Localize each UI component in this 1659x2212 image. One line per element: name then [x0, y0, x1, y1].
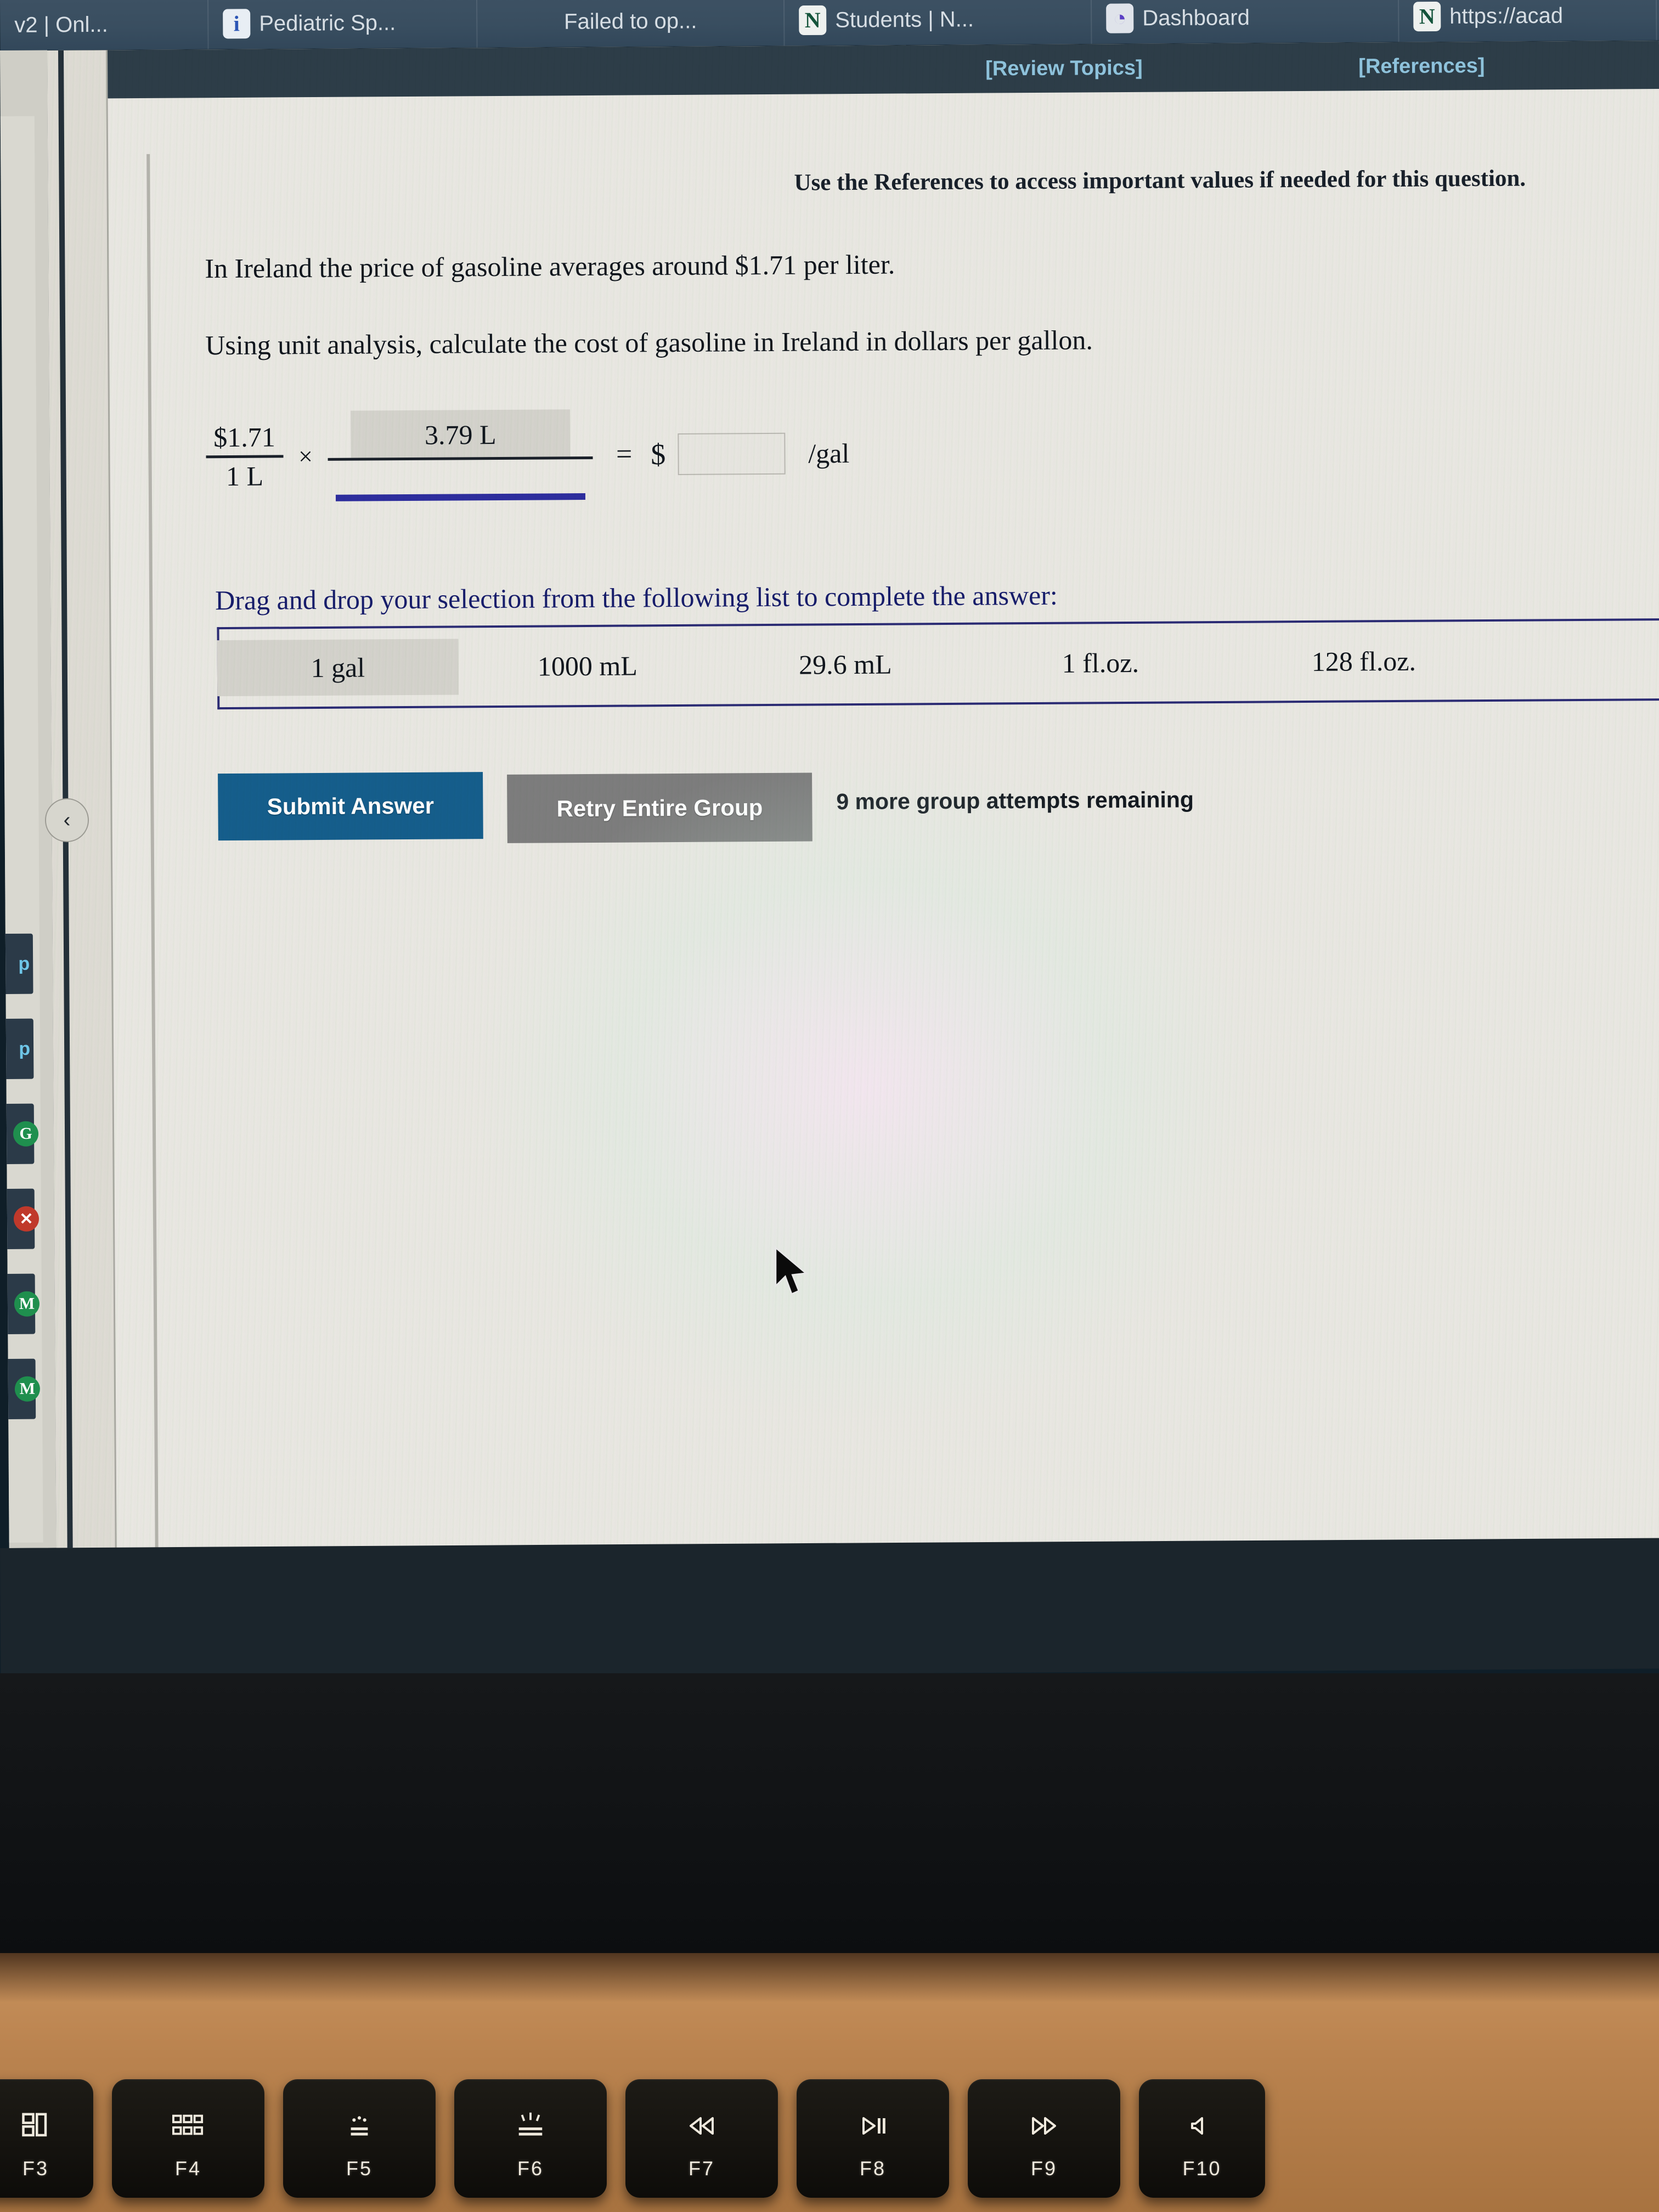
laptop-bezel-chin: Cengage Learning | Cengage Technical Sup…: [0, 1673, 1659, 1959]
n-icon: N: [1413, 1, 1441, 32]
chevron-left-icon[interactable]: ‹: [44, 798, 89, 843]
given-fraction: $1.71 1 L: [206, 419, 284, 494]
sidebar-item-2[interactable]: р: [0, 1018, 34, 1080]
key-f3[interactable]: F3: [0, 2079, 93, 2198]
key-f10[interactable]: F10: [1139, 2079, 1265, 2198]
browser-tab-2[interactable]: i Pediatric Sp...: [208, 0, 478, 49]
answer-input[interactable]: [678, 432, 786, 475]
dragdrop-instruction: Drag and drop your selection from the fo…: [215, 579, 1058, 616]
submit-answer-button[interactable]: Submit Answer: [218, 772, 483, 841]
target-denominator-dropzone[interactable]: [328, 459, 593, 501]
sidebar-item-1[interactable]: р: [0, 933, 33, 995]
browser-tab-label: Dashboard: [1142, 5, 1250, 30]
deck-shadow: [0, 1953, 1659, 2002]
target-numerator-dropzone[interactable]: 3.79 L: [350, 409, 571, 458]
references-link[interactable]: [References]: [1358, 54, 1485, 78]
attempts-remaining-text: 9 more group attempts remaining: [836, 787, 1194, 815]
dragdrop-option-2[interactable]: 1000 mL: [459, 637, 717, 695]
use-references-note: Use the References to access important v…: [794, 165, 1526, 196]
per-gallon-unit: /gal: [808, 437, 850, 469]
key-label: F3: [22, 2157, 49, 2180]
page-bottom-chrome: [0, 1538, 1659, 1679]
given-denominator: 1 L: [225, 460, 264, 492]
fast-forward-icon: [1029, 2113, 1059, 2142]
key-f6[interactable]: F6: [454, 2079, 607, 2198]
mission-control-icon: [21, 2111, 50, 2145]
browser-tab-label: Students | N...: [835, 7, 974, 32]
dragdrop-option-1[interactable]: 1 gal: [217, 639, 459, 697]
review-topics-link[interactable]: [Review Topics]: [985, 56, 1143, 81]
page-left-gutter: [47, 50, 117, 1548]
laptop-photo: v2 | Onl... i Pediatric Sp... Failed to …: [0, 0, 1659, 2212]
dollar-sign: $: [651, 437, 666, 471]
key-f4[interactable]: F4: [112, 2079, 264, 2198]
badge-icon: M: [14, 1376, 41, 1402]
sidebar-item-6[interactable]: M: [0, 1358, 41, 1420]
unit-analysis-expression: $1.71 1 L × 3.79 L = $ /gal: [206, 408, 850, 502]
key-f7[interactable]: F7: [625, 2079, 778, 2198]
sidebar-item-label: р: [19, 1038, 31, 1059]
key-label: F6: [517, 2157, 544, 2180]
key-f9[interactable]: F9: [968, 2079, 1120, 2198]
browser-tab-3[interactable]: Failed to op...: [477, 0, 785, 48]
mute-icon: [1190, 2113, 1214, 2142]
browser-tab-label: Pediatric Sp...: [259, 10, 396, 36]
question-line-2: Using unit analysis, calculate the cost …: [205, 324, 1093, 361]
info-icon: i: [223, 9, 251, 39]
content-vertical-rule: [146, 154, 159, 1548]
rewind-icon: [686, 2113, 717, 2142]
left-edge-strip: р р G ✕ M M: [0, 50, 57, 1548]
dragdrop-option-4[interactable]: 1 fl.oz.: [974, 634, 1227, 692]
key-label: F10: [1182, 2157, 1222, 2180]
question-line-1: In Ireland the price of gasoline average…: [205, 249, 895, 284]
dragdrop-options-list: 1 gal 1000 mL 29.6 mL 1 fl.oz. 128 fl.oz…: [217, 618, 1659, 709]
browser-tab-4[interactable]: N Students | N...: [784, 0, 1092, 46]
equals-icon: =: [616, 438, 633, 470]
screen-glare: [479, 756, 1252, 1420]
laptop-screen: v2 | Onl... i Pediatric Sp... Failed to …: [0, 0, 1659, 1679]
sidebar-item-3[interactable]: G: [0, 1103, 39, 1165]
key-label: F5: [346, 2157, 373, 2180]
browser-tab-5[interactable]: ◔ Dashboard: [1091, 0, 1400, 44]
clock-icon: ◔: [1106, 3, 1134, 33]
sidebar-item-4[interactable]: ✕: [0, 1188, 40, 1250]
keyboard-function-row: F3 F4 F5 F6 F7 F8 F9 F10: [0, 2079, 1659, 2212]
dragdrop-option-5[interactable]: 128 fl.oz.: [1227, 633, 1502, 690]
key-label: F7: [688, 2157, 715, 2180]
play-pause-icon: [859, 2113, 887, 2142]
badge-icon: G: [13, 1121, 39, 1147]
browser-tab-label: Failed to op...: [563, 8, 697, 34]
browser-tab-label: https://acad: [1449, 3, 1564, 29]
key-label: F8: [859, 2157, 886, 2180]
multiply-icon: ×: [298, 442, 313, 471]
browser-tab-label: v2 | Onl...: [14, 12, 108, 37]
sidebar-item-label: р: [18, 953, 30, 974]
n-icon: N: [799, 5, 827, 36]
browser-tab-6[interactable]: N https://acad: [1398, 0, 1657, 42]
key-label: F9: [1030, 2157, 1057, 2180]
browser-tab-1[interactable]: v2 | Onl...: [0, 0, 209, 50]
blank-underline: [336, 493, 586, 501]
dragdrop-option-3[interactable]: 29.6 mL: [716, 636, 975, 693]
key-f8[interactable]: F8: [797, 2079, 949, 2198]
launchpad-icon: [172, 2113, 204, 2142]
key-label: F4: [174, 2157, 201, 2180]
given-numerator: $1.71: [213, 421, 275, 453]
retry-entire-group-button[interactable]: Retry Entire Group: [507, 772, 812, 843]
sidebar-item-5[interactable]: M: [0, 1273, 40, 1335]
keyboard-backlight-down-icon: [345, 2112, 374, 2143]
key-f5[interactable]: F5: [283, 2079, 436, 2198]
badge-icon: M: [14, 1291, 40, 1317]
keyboard-backlight-up-icon: [515, 2112, 546, 2143]
badge-icon: ✕: [13, 1206, 40, 1232]
target-fraction: 3.79 L: [328, 409, 594, 501]
page-topbar: [Review Topics] [References]: [107, 41, 1659, 99]
cengage-question-page: [Review Topics] [References] Use the Ref…: [47, 41, 1659, 1548]
